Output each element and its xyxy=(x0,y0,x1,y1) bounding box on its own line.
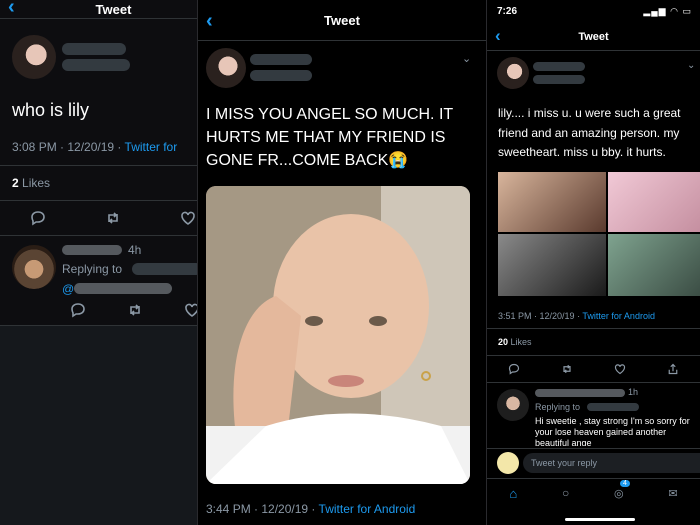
header-title: Tweet xyxy=(324,12,360,28)
likes-count[interactable]: 2 Likes xyxy=(12,176,50,190)
divider xyxy=(487,478,700,479)
reply-action-bar xyxy=(50,302,197,318)
photo-grid-2[interactable] xyxy=(608,172,700,232)
replying-to-label: Replying to xyxy=(535,402,581,412)
reply-name-redacted xyxy=(62,245,122,255)
avatar[interactable] xyxy=(12,35,56,79)
header-title: Tweet xyxy=(95,1,132,17)
chevron-down-icon[interactable]: ⌄ xyxy=(462,52,471,65)
header: ‹ Tweet xyxy=(487,24,700,51)
photo-grid-1[interactable] xyxy=(498,172,606,232)
divider xyxy=(487,355,700,356)
status-icons: ▂▄▆ ◠ ▭ xyxy=(643,6,692,17)
likes-count[interactable]: 20 Likes xyxy=(498,337,532,347)
chevron-down-icon[interactable]: ⌄ xyxy=(687,60,695,71)
tweet-date: 12/20/19 xyxy=(67,140,115,154)
messages-icon[interactable]: ✉ xyxy=(668,487,677,500)
likes-label: Likes xyxy=(510,337,532,347)
divider xyxy=(487,448,700,449)
battery-icon: ▭ xyxy=(682,6,692,16)
tweet-meta: 3:51 PM · 12/20/19 · Twitter for Android xyxy=(498,311,655,321)
notifications-icon[interactable]: ◎ 4 xyxy=(614,479,630,500)
replying-to-handle-redacted xyxy=(587,403,639,411)
tweet-date: 12/20/19 xyxy=(261,502,309,516)
tweet-source[interactable]: Twitter for Android xyxy=(319,502,416,516)
replying-to-label: Replying to xyxy=(62,262,123,276)
like-icon[interactable] xyxy=(614,363,626,375)
likes-number: 20 xyxy=(498,337,509,347)
tweet-source[interactable]: Twitter for Android xyxy=(582,311,655,321)
retweet-icon[interactable] xyxy=(127,302,143,318)
divider xyxy=(487,382,700,383)
likes-number: 2 xyxy=(12,176,19,190)
screenshot-panel-3: 7:26 ▂▄▆ ◠ ▭ ‹ Tweet ⌄ lily.... i miss u… xyxy=(487,0,700,525)
tweet-source[interactable]: Twitter for xyxy=(125,140,178,154)
back-arrow-icon[interactable]: ‹ xyxy=(8,0,15,19)
like-icon[interactable] xyxy=(180,210,196,226)
tweet-meta: 3:44 PM · 12/20/19 · Twitter for Android xyxy=(206,502,416,516)
divider xyxy=(487,328,700,329)
wifi-icon: ◠ xyxy=(670,6,679,16)
like-icon[interactable] xyxy=(184,302,197,318)
handle-redacted xyxy=(250,70,312,81)
reply-mention[interactable]: @ xyxy=(62,282,74,296)
reply-input[interactable]: Tweet your reply xyxy=(523,453,700,473)
bottom-tab-bar: ⌂ ○ ◎ 4 ✉ xyxy=(487,479,700,503)
tweet-text: I MISS YOU ANGEL SO MUCH. IT HURTS ME TH… xyxy=(206,106,453,169)
header-title: Tweet xyxy=(578,31,609,43)
share-icon[interactable] xyxy=(667,363,679,375)
composer-avatar xyxy=(497,452,519,474)
home-icon[interactable]: ⌂ xyxy=(509,486,517,501)
screenshot-panel-1: ‹ Tweet who is lily 3:08 PM · 12/20/19 ·… xyxy=(0,0,197,525)
tweet-text: who is lily xyxy=(12,100,90,120)
reply-icon[interactable] xyxy=(70,302,86,318)
signal-icon: ▂▄▆ xyxy=(643,6,667,16)
back-arrow-icon[interactable]: ‹ xyxy=(206,10,213,33)
handle-redacted xyxy=(62,59,130,71)
retweet-icon[interactable] xyxy=(561,363,573,375)
display-name-redacted xyxy=(250,54,312,65)
avatar[interactable] xyxy=(206,48,246,88)
tweet-photo[interactable] xyxy=(206,186,470,484)
reply-icon[interactable] xyxy=(30,210,46,226)
replying-to-handle-redacted xyxy=(132,263,197,275)
divider xyxy=(0,165,197,166)
action-bar xyxy=(0,208,197,228)
tweet-time: 3:51 PM xyxy=(498,311,532,321)
avatar[interactable] xyxy=(497,57,529,89)
photo-illustration xyxy=(206,186,470,484)
mention-redacted xyxy=(74,283,172,294)
reply-name-redacted xyxy=(535,389,625,397)
divider xyxy=(0,235,197,236)
retweet-icon[interactable] xyxy=(105,210,121,226)
empty-area xyxy=(0,326,197,525)
display-name-redacted xyxy=(62,43,126,55)
reply-icon[interactable] xyxy=(508,363,520,375)
reply-avatar[interactable] xyxy=(497,389,529,421)
back-arrow-icon[interactable]: ‹ xyxy=(495,26,501,46)
tweet-meta: 3:08 PM · 12/20/19 · Twitter for xyxy=(12,140,178,154)
action-bar xyxy=(487,362,700,376)
search-icon[interactable]: ○ xyxy=(562,486,569,500)
display-name-redacted xyxy=(533,62,585,71)
photo-grid-3[interactable] xyxy=(498,234,606,296)
photo-grid-4[interactable] xyxy=(608,234,700,296)
header: ‹ Tweet xyxy=(0,0,197,19)
tweet-time: 3:44 PM xyxy=(206,502,251,516)
reply-text: Hi sweetie , stay strong I'm so sorry fo… xyxy=(535,416,690,446)
notification-badge: 4 xyxy=(620,479,630,487)
home-indicator xyxy=(565,518,635,521)
divider xyxy=(0,200,197,201)
tweet-text: lily.... i miss u. u were such a great f… xyxy=(498,106,681,159)
tweet-time: 3:08 PM xyxy=(12,140,57,154)
handle-redacted xyxy=(533,75,585,84)
likes-label: Likes xyxy=(22,176,51,190)
reply-avatar[interactable] xyxy=(12,245,56,289)
status-bar-time: 7:26 xyxy=(497,6,518,17)
reply-time: 4h xyxy=(128,243,142,257)
header: ‹ Tweet xyxy=(198,0,486,41)
tweet-date: 12/20/19 xyxy=(539,311,575,321)
screenshot-panel-2: ‹ Tweet ⌄ I MISS YOU ANGEL SO MUCH. IT H… xyxy=(198,0,486,525)
reply-time: 1h xyxy=(628,387,639,397)
